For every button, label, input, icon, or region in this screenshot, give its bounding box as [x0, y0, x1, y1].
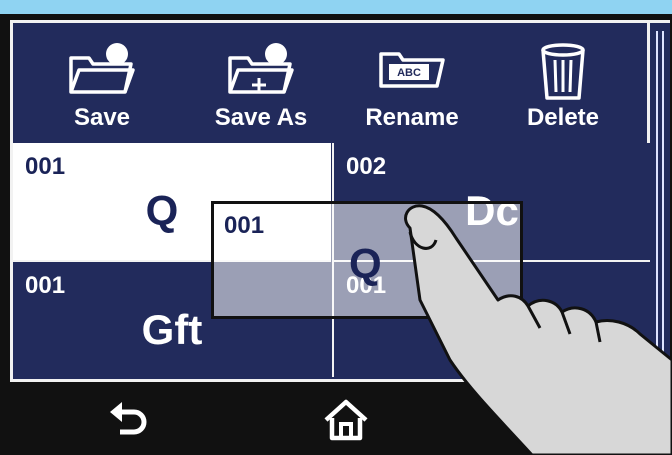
home-button[interactable]: [316, 390, 376, 450]
scrollbar[interactable]: [650, 20, 670, 382]
folder-save-icon: [69, 43, 135, 94]
scrollbar-thumb[interactable]: [656, 31, 664, 369]
home-icon: [324, 399, 368, 441]
rename-button[interactable]: ABC Rename: [347, 20, 477, 140]
dragged-item-number: 001: [224, 212, 265, 239]
svg-text:ABC: ABC: [397, 67, 421, 79]
save-button[interactable]: Save: [37, 20, 167, 140]
delete-label: Delete: [526, 104, 600, 131]
save-as-button[interactable]: Save As: [196, 20, 326, 140]
save-label: Save: [73, 104, 131, 131]
folder-save-as-icon: [228, 43, 294, 94]
dragged-item[interactable]: 001 Q: [211, 201, 523, 319]
toolbar: Save Save As ABC Rename Delete: [10, 20, 650, 140]
top-strip: [0, 0, 672, 14]
power-icon: [559, 402, 593, 437]
save-as-label: Save As: [214, 104, 308, 131]
item-number: 001: [25, 153, 66, 180]
back-button[interactable]: [100, 390, 160, 450]
bottom-nav: [10, 382, 670, 455]
trash-can-icon: [541, 43, 585, 100]
rename-label: Rename: [365, 104, 459, 131]
power-button[interactable]: [546, 390, 606, 450]
dragged-item-name: Q: [349, 240, 382, 287]
delete-button[interactable]: Delete: [498, 20, 628, 140]
item-number: 001: [25, 272, 66, 299]
item-number: 002: [346, 153, 387, 180]
back-arrow-icon: [110, 402, 147, 435]
folder-rename-icon: ABC: [379, 52, 445, 88]
